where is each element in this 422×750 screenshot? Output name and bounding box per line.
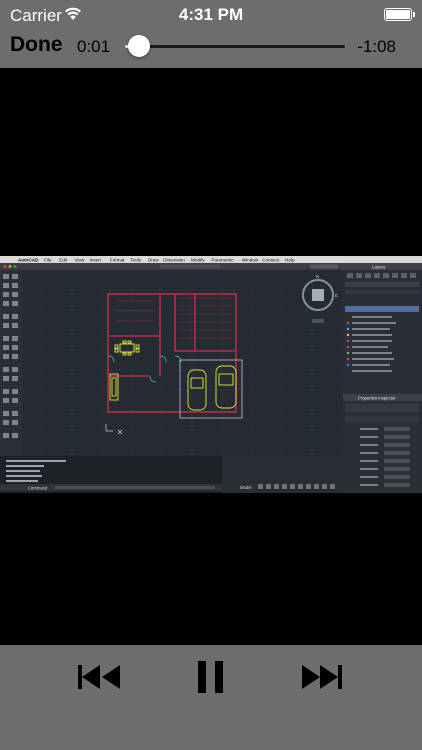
done-button[interactable]: Done (10, 33, 63, 57)
menu-item: Dimension (163, 258, 185, 263)
menu-item: File (44, 258, 52, 263)
skip-forward-icon[interactable] (300, 665, 344, 689)
top-bar: Carrier 4:31 PM Done 0:01 -1:08 (0, 0, 422, 68)
menu-item: Connect (262, 258, 280, 263)
clock-time: 4:31 PM (178, 5, 244, 24)
properties-panel-title: Properties Inspector (358, 396, 396, 401)
layers-panel-title: Layers (372, 265, 386, 270)
menu-item: Format (110, 258, 125, 263)
status-bar: Carrier 4:31 PM (0, 0, 422, 28)
skip-back-icon[interactable] (78, 665, 122, 689)
scrubber-thumb[interactable] (128, 35, 151, 57)
menu-item: View (74, 258, 85, 263)
svg-text:N: N (316, 274, 319, 279)
pause-icon[interactable] (198, 661, 224, 693)
battery-level (386, 10, 410, 19)
scrubber-track[interactable] (125, 45, 345, 48)
video-frame[interactable]: AutoCAD File Edit View Insert Format Tools Dra… (0, 256, 422, 493)
menu-app-name: AutoCAD (18, 258, 39, 263)
menu-item: Tools (130, 258, 141, 263)
menu-item: Edit (59, 258, 68, 263)
menu-item: Modify (191, 258, 205, 263)
menu-item: Help (285, 258, 295, 263)
autocad-screenshot: AutoCAD File Edit View Insert Format Tools Dra… (0, 256, 422, 493)
battery-icon (384, 8, 415, 21)
remaining-time: -1:08 (357, 37, 396, 56)
command-label: Command (28, 486, 48, 491)
menu-item: Window (242, 258, 259, 263)
elapsed-time: 0:01 (77, 37, 111, 56)
menu-item: Draw (148, 258, 159, 263)
svg-text:E: E (335, 293, 338, 298)
menu-item: Insert (90, 258, 102, 263)
model-tab: Model (240, 485, 251, 490)
menu-item: Parametric (211, 258, 234, 263)
playback-controls (0, 645, 422, 750)
